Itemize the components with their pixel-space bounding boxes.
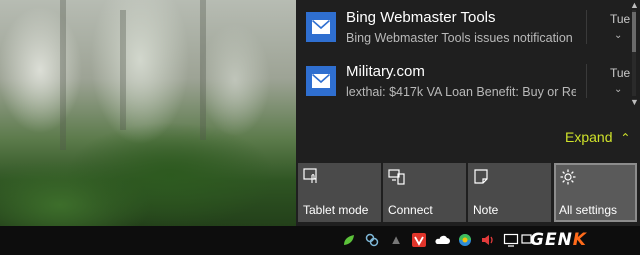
notification-day: Tue [610, 66, 631, 80]
notification-item[interactable]: Military.com lexthai: $417k VA Loan Bene… [296, 54, 640, 108]
tile-label: Note [473, 203, 499, 217]
notification-item[interactable]: Bing Webmaster Tools Bing Webmaster Tool… [296, 0, 640, 54]
chevron-down-icon[interactable]: ⌄ [614, 84, 622, 95]
tablet-mode-tile[interactable]: Tablet mode [298, 163, 381, 222]
tile-label: Tablet mode [303, 203, 369, 217]
rock-streak [60, 0, 66, 150]
vivaldi-icon[interactable] [411, 232, 427, 248]
gear-icon [559, 168, 577, 186]
scroll-down-arrow-icon[interactable]: ▼ [630, 97, 639, 107]
notification-day: Tue [610, 12, 631, 26]
note-icon [473, 168, 491, 186]
tile-label: All settings [559, 203, 618, 217]
notification-title: Military.com [346, 63, 425, 80]
green-app-icon[interactable] [341, 232, 357, 248]
notification-body: lexthai: $417k VA Loan Benefit: Buy or R… [346, 85, 576, 99]
onedrive-icon[interactable] [434, 232, 450, 248]
tile-label: Connect [388, 203, 433, 217]
expand-label: Expand [565, 129, 613, 145]
notification-bell-icon[interactable]: ▲ [388, 232, 404, 248]
notifications-scrollbar[interactable]: ▲ ▼ [630, 0, 640, 108]
chevron-up-icon: ⌃ [620, 131, 631, 145]
volume-icon[interactable] [480, 232, 496, 248]
notification-title: Bing Webmaster Tools [346, 9, 496, 26]
rock-streak [200, 0, 206, 140]
expand-button[interactable]: Expand ⌃ [565, 129, 630, 145]
all-settings-tile[interactable]: All settings [554, 163, 637, 222]
scrollbar-thumb[interactable] [632, 12, 636, 52]
mail-icon [306, 12, 336, 42]
tablet-mode-icon [303, 168, 321, 186]
genk-watermark-logo: GENK [530, 230, 587, 250]
note-tile[interactable]: Note [468, 163, 551, 222]
scroll-up-arrow-icon[interactable]: ▲ [630, 0, 639, 10]
desktop-wallpaper [0, 0, 296, 226]
desktop-icon[interactable] [503, 232, 519, 248]
chevron-down-icon[interactable]: ⌄ [614, 30, 622, 41]
notification-body: Bing Webmaster Tools issues notification [346, 31, 573, 45]
mail-icon [306, 66, 336, 96]
quick-actions: Tablet mode Connect Note All settings [296, 163, 640, 223]
network-shield-icon[interactable] [364, 232, 380, 248]
connect-icon [388, 168, 406, 186]
notification-divider [586, 64, 587, 98]
rock-streak [120, 10, 126, 130]
colorful-app-icon[interactable] [457, 232, 473, 248]
connect-tile[interactable]: Connect [383, 163, 466, 222]
watermark-text: GEN [530, 230, 573, 250]
notification-divider [586, 10, 587, 44]
action-center-panel: Bing Webmaster Tools Bing Webmaster Tool… [296, 0, 640, 226]
watermark-accent: K [572, 230, 587, 250]
